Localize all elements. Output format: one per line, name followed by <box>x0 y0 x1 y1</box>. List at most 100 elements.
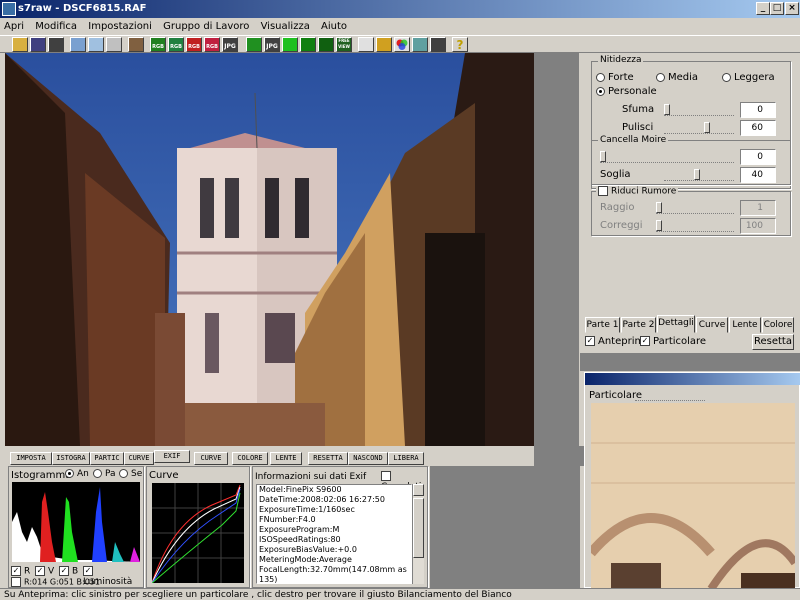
rumore-check-box[interactable] <box>598 186 608 196</box>
curve-icon[interactable] <box>412 37 428 52</box>
crop-tool-icon[interactable] <box>106 37 122 52</box>
sfuma-slider-thumb[interactable] <box>664 104 670 115</box>
rgb1-icon[interactable]: RGB <box>150 37 166 52</box>
curve-graph[interactable] <box>151 483 244 584</box>
particolare-check-box[interactable]: ✓ <box>640 336 650 346</box>
soglia-slider[interactable] <box>664 169 734 181</box>
zoom-icon[interactable] <box>88 37 104 52</box>
radio-leggera-dot[interactable] <box>722 72 731 82</box>
sfuma-slider[interactable] <box>664 104 734 116</box>
particolare-zoom-slider[interactable] <box>635 389 705 401</box>
rumore-checkbox[interactable]: Riduci Rumore <box>596 186 679 197</box>
particolare-image[interactable] <box>591 403 795 589</box>
rgb3-icon[interactable]: RGB <box>186 37 202 52</box>
correggi-slider[interactable] <box>656 220 734 232</box>
btab-istogra[interactable]: ISTOGRA <box>52 452 90 465</box>
save-as-icon[interactable] <box>48 37 64 52</box>
menu-apri[interactable]: Apri <box>0 21 28 32</box>
exif-list[interactable]: Model:FinePix S9600 DateTime:2008:02:06 … <box>256 484 412 584</box>
radio-media[interactable]: Media <box>656 72 698 83</box>
exif-scrollbar[interactable] <box>412 484 424 584</box>
correggi-slider-thumb[interactable] <box>656 220 662 231</box>
raggio-slider[interactable] <box>656 202 734 214</box>
radio-personale[interactable]: Personale <box>596 86 657 97</box>
hist-r-checkbox[interactable]: ✓ R <box>11 566 30 577</box>
radio-an[interactable]: An <box>65 469 89 479</box>
hist-v-box[interactable]: ✓ <box>35 566 45 576</box>
minimize-button[interactable]: _ <box>756 2 770 15</box>
completi-box[interactable] <box>381 471 391 481</box>
tab-parte-2[interactable]: Parte 2 <box>621 317 656 333</box>
radio-personale-dot[interactable] <box>596 86 605 96</box>
rgb4-icon[interactable]: RGB <box>204 37 220 52</box>
menu-modifica[interactable]: Modifica <box>31 21 81 32</box>
radio-pa-dot[interactable] <box>93 469 102 478</box>
hist-b-box[interactable]: ✓ <box>59 566 69 576</box>
hist-r-box[interactable]: ✓ <box>11 566 21 576</box>
hist-v-checkbox[interactable]: ✓ V <box>35 566 54 577</box>
close-button[interactable]: × <box>785 2 799 15</box>
btab-colore[interactable]: COLORE <box>232 452 268 465</box>
green-square-icon[interactable] <box>282 37 298 52</box>
moire-slider[interactable] <box>600 151 734 163</box>
hist-b-checkbox[interactable]: ✓ B <box>59 566 78 577</box>
crop-icon[interactable] <box>70 37 86 52</box>
btab-partic[interactable]: PARTIC <box>90 452 124 465</box>
rgb2-icon[interactable]: RGB <box>168 37 184 52</box>
menu-gruppo-di-lavoro[interactable]: Gruppo di Lavoro <box>159 21 253 32</box>
rotate-icon[interactable] <box>246 37 262 52</box>
btab-resetta[interactable]: RESETTA <box>308 452 348 465</box>
maximize-button[interactable]: □ <box>770 2 784 15</box>
hist-lum-box[interactable]: ✓ <box>83 566 93 576</box>
exif-scroll-up[interactable] <box>413 484 424 496</box>
radio-se-dot[interactable] <box>119 469 128 478</box>
image-preview[interactable] <box>5 53 534 446</box>
pulisci-slider[interactable] <box>664 122 734 134</box>
menu-impostazioni[interactable]: Impostazioni <box>84 21 156 32</box>
soglia-slider-thumb[interactable] <box>694 169 700 180</box>
raggio-input[interactable]: 1 <box>740 200 776 216</box>
radio-leggera[interactable]: Leggera <box>722 72 775 83</box>
correggi-input[interactable]: 100 <box>740 218 776 234</box>
radio-an-dot[interactable] <box>65 469 74 478</box>
btab-curve-2[interactable]: CURVE <box>194 452 228 465</box>
hist-readout-box[interactable] <box>11 577 21 587</box>
menu-aiuto[interactable]: Aiuto <box>317 21 351 32</box>
btab-imposta[interactable]: IMPOSTA <box>10 452 52 465</box>
moire-slider-thumb[interactable] <box>600 151 606 162</box>
pulisci-slider-thumb[interactable] <box>704 122 710 133</box>
btab-lente[interactable]: LENTE <box>270 452 302 465</box>
btab-exif[interactable]: EXIF <box>154 450 190 463</box>
radio-pa[interactable]: Pa <box>93 469 116 479</box>
tone-icon[interactable] <box>430 37 446 52</box>
jpg-icon[interactable]: JPG <box>222 37 238 52</box>
tab-curve[interactable]: Curve <box>696 317 728 333</box>
open-icon[interactable] <box>12 37 28 52</box>
free-view-icon[interactable]: FREE VIEW <box>336 37 352 52</box>
rgb-circles-icon[interactable] <box>394 37 410 52</box>
save-icon[interactable] <box>30 37 46 52</box>
moire-input[interactable]: 0 <box>740 149 776 165</box>
layers-icon[interactable] <box>128 37 144 52</box>
grid-large-icon[interactable] <box>318 37 334 52</box>
color-balance-icon[interactable] <box>376 37 392 52</box>
resetta-button[interactable]: Resetta <box>752 334 794 350</box>
sfuma-input[interactable]: 0 <box>740 102 776 118</box>
help-icon[interactable]: ? <box>452 37 468 52</box>
grid-small-icon[interactable] <box>300 37 316 52</box>
pulisci-input[interactable]: 60 <box>740 120 776 136</box>
tab-dettagli[interactable]: Dettagli <box>657 315 695 333</box>
radio-forte-dot[interactable] <box>596 72 605 82</box>
radio-media-dot[interactable] <box>656 72 665 82</box>
jpg2-icon[interactable]: JPG <box>264 37 280 52</box>
menu-visualizza[interactable]: Visualizza <box>257 21 314 32</box>
tab-parte-1[interactable]: Parte 1 <box>585 317 620 333</box>
radio-forte[interactable]: Forte <box>596 72 634 83</box>
btab-curve[interactable]: CURVE <box>124 452 154 465</box>
radio-se[interactable]: Se <box>119 469 142 479</box>
soglia-input[interactable]: 40 <box>740 167 776 183</box>
btab-nascond[interactable]: NASCOND <box>348 452 388 465</box>
particolare-window[interactable]: Particolare <box>584 372 800 589</box>
btab-libera[interactable]: LIBERA <box>388 452 424 465</box>
anteprima-check-box[interactable]: ✓ <box>585 336 595 346</box>
